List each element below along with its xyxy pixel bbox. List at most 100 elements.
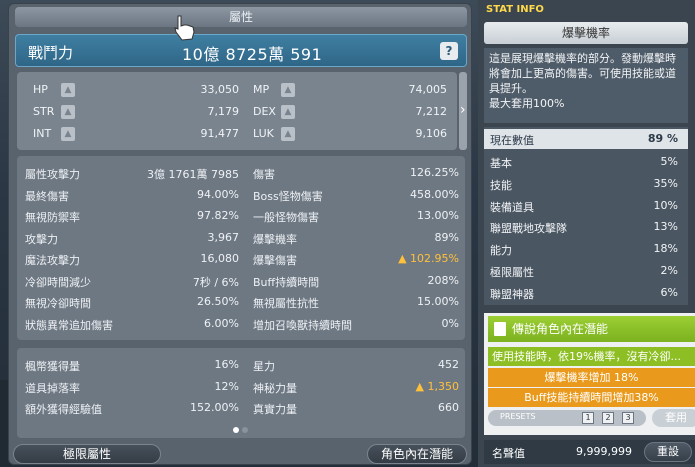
breakdown-label: 裝備道具: [490, 200, 534, 214]
page-dot-active[interactable]: [233, 427, 239, 433]
stat-breakdown-table: 現在數值 89 % 基本 5% 技能 35% 裝備道具 10% 聯盟戰地攻擊隊 13% 能力 18…: [484, 127, 688, 305]
stat-label-str: STR: [33, 105, 55, 118]
stat-value: 12%: [214, 379, 239, 393]
preset-1-button[interactable]: 1: [582, 412, 594, 424]
stat-row: 楓幣獲得量 16% 星力 452: [17, 354, 465, 375]
stat-label: 一般怪物傷害: [253, 211, 319, 224]
page-indicator[interactable]: [233, 423, 253, 433]
ability-line-2: 爆擊機率增加 18%: [488, 368, 695, 387]
stat-label-dex: DEX: [253, 105, 276, 118]
int-up-button[interactable]: ▲: [61, 127, 75, 141]
page-dot[interactable]: [242, 427, 248, 433]
window-title[interactable]: 屬性: [15, 7, 467, 27]
breakdown-value: 35%: [653, 176, 678, 190]
fame-value: 9,999,999: [576, 445, 632, 458]
reset-button[interactable]: 重設: [644, 442, 692, 462]
luk-up-button[interactable]: ▲: [281, 127, 295, 141]
expand-arrow-icon[interactable]: ›: [460, 102, 466, 118]
stat-value-str: 7,179: [207, 105, 240, 118]
stat-value: 7秒 / 6%: [192, 275, 239, 289]
combat-power-box: 戰鬥力 10億 8725萬 591 ?: [15, 34, 467, 67]
stat-label: 傷害: [253, 168, 275, 181]
breakdown-value: 2%: [660, 264, 678, 277]
fame-label: 名聲值: [492, 447, 525, 460]
mp-up-button[interactable]: ▲: [281, 83, 295, 97]
stat-value: 16%: [214, 358, 239, 371]
stat-label: 道具掉落率: [25, 381, 80, 395]
breakdown-row: 技能 35%: [484, 174, 688, 194]
presets-bar: PRESETS 1 2 3: [488, 410, 646, 426]
ability-button[interactable]: 角色內在潛能: [367, 444, 467, 464]
breakdown-row: 聯盟神器 6%: [484, 283, 688, 303]
stat-value: 16,080: [200, 252, 240, 265]
stat-label: 無視防禦率: [25, 211, 80, 224]
hp-up-button[interactable]: ▲: [61, 83, 75, 97]
stat-value-int: 91,477: [200, 127, 240, 140]
stat-row: 攻擊力 3,967 爆擊機率 89%: [17, 227, 465, 248]
stat-label: 狀態異常追加傷害: [25, 318, 113, 332]
inner-ability-title: 傳說角色內在潛能: [488, 316, 695, 342]
base-stats-box: HP ▲ 33,050 MP ▲ 74,005 STR ▲ 7,179 DEX …: [17, 72, 457, 150]
apply-button[interactable]: 套用: [652, 409, 695, 427]
stat-row: INT ▲ 91,477 LUK ▲ 9,106: [17, 124, 457, 144]
stat-value: 208%: [427, 273, 459, 287]
ability-icon: [494, 322, 506, 336]
stat-label-mp: MP: [253, 83, 270, 96]
breakdown-value: 13%: [653, 220, 678, 234]
stat-value: ▲ 1,350: [415, 379, 459, 393]
hyper-stat-button[interactable]: 極限屬性: [13, 444, 161, 464]
stat-label: 魔法攻擊力: [25, 254, 80, 267]
stat-row: 無視冷卻時間 26.50% 無視屬性抗性 15.00%: [17, 291, 465, 312]
breakdown-value: 18%: [653, 242, 678, 256]
breakdown-value: 6%: [660, 285, 678, 299]
stat-value: ▲ 102.95%: [398, 252, 459, 265]
stat-value: 126.25%: [410, 166, 459, 179]
breakdown-label: 基本: [490, 157, 512, 170]
preset-2-button[interactable]: 2: [602, 412, 614, 424]
stat-label: 增加召喚獸持續時間: [253, 318, 352, 332]
stat-label: 真實力量: [253, 403, 297, 416]
stat-value: 3,967: [207, 230, 240, 244]
current-value: 89 %: [647, 132, 678, 145]
stat-value: 458.00%: [410, 187, 459, 201]
stat-value: 152.00%: [190, 401, 239, 414]
stat-label: 屬性攻擊力: [25, 168, 80, 181]
current-value-label: 現在數值: [490, 134, 534, 147]
fame-bar: 名聲值 9,999,999 重設: [484, 440, 695, 464]
stat-value: 3億 1761萬 7985: [147, 168, 239, 181]
stat-label: 神秘力量: [253, 381, 297, 395]
stat-label: 星力: [253, 360, 275, 373]
presets-label: PRESETS: [500, 412, 536, 421]
stat-label: Boss怪物傷害: [253, 189, 323, 203]
stat-label: 攻擊力: [25, 232, 58, 246]
stat-value: 94.00%: [197, 187, 239, 201]
breakdown-row: 能力 18%: [484, 239, 688, 259]
help-button[interactable]: ?: [440, 42, 458, 60]
ability-line-1: 使用技能時，依19%機率，沒有冷卻...: [488, 347, 695, 366]
stat-value: 6.00%: [204, 316, 239, 330]
stat-row: 額外獲得經驗值 152.00% 真實力量 660: [17, 397, 465, 418]
stat-row: 道具掉落率 12% 神秘力量 ▲ 1,350: [17, 376, 465, 397]
stat-label: 爆擊傷害: [253, 254, 297, 267]
breakdown-label: 聯盟神器: [490, 287, 534, 301]
stat-label: 冷卻時間減少: [25, 275, 91, 289]
stat-label: Buff持續時間: [253, 275, 320, 289]
combat-power-value: 10億 8725萬 591: [182, 45, 323, 64]
breakdown-label: 極限屬性: [490, 266, 534, 279]
stat-label-hp: HP: [33, 83, 48, 96]
stat-label: 最終傷害: [25, 189, 69, 203]
breakdown-row: 聯盟戰地攻擊隊 13%: [484, 217, 688, 237]
stat-value: 15.00%: [417, 295, 459, 308]
stat-value: 660: [438, 401, 459, 414]
dex-up-button[interactable]: ▲: [281, 105, 295, 119]
preset-3-button[interactable]: 3: [622, 412, 634, 424]
breakdown-row: 極限屬性 2%: [484, 261, 688, 281]
stat-value-dex: 7,212: [415, 105, 448, 118]
stat-row: 屬性攻擊力 3億 1761萬 7985 傷害 126.25%: [17, 162, 465, 183]
breakdown-label: 能力: [490, 244, 512, 258]
stat-label-int: INT: [33, 127, 52, 140]
stat-label: 無視冷卻時間: [25, 297, 91, 310]
stat-row: 魔法攻擊力 16,080 爆擊傷害 ▲ 102.95%: [17, 248, 465, 269]
stat-row: 狀態異常追加傷害 6.00% 增加召喚獸持續時間 0%: [17, 313, 465, 334]
str-up-button[interactable]: ▲: [61, 105, 75, 119]
